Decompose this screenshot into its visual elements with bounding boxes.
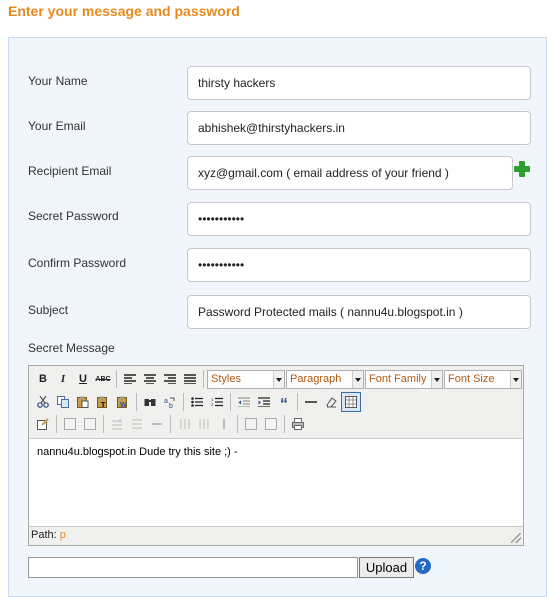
paste-icon[interactable] — [73, 392, 93, 412]
path-label: Path: — [31, 529, 57, 541]
toolbar-separator — [136, 393, 137, 411]
paragraph-select[interactable]: Paragraph — [286, 369, 364, 389]
cut-icon[interactable] — [33, 392, 53, 412]
chevron-down-icon — [431, 370, 442, 388]
toolbar-separator — [103, 415, 104, 433]
editor-content[interactable]: nannu4u.blogspot.in Dude try this site ;… — [37, 446, 238, 458]
name-input[interactable]: thirsty hackers — [187, 66, 531, 100]
print-icon[interactable] — [288, 414, 308, 434]
confirm-password-label: Confirm Password — [28, 256, 127, 270]
find-icon[interactable] — [140, 392, 160, 412]
help-icon[interactable]: ? — [415, 558, 431, 574]
svg-text:a: a — [164, 398, 168, 405]
path-element-link[interactable]: p — [60, 529, 66, 541]
file-upload-input[interactable] — [28, 557, 358, 578]
align-left-icon[interactable] — [120, 369, 140, 389]
bold-button[interactable]: B — [33, 369, 53, 389]
align-justify-icon[interactable] — [180, 369, 200, 389]
delete-col-icon[interactable] — [214, 414, 234, 434]
styles-select-label: Styles — [211, 372, 241, 385]
toolbar-separator — [170, 415, 171, 433]
resize-handle-icon[interactable] — [511, 533, 521, 543]
merge-cells-icon[interactable] — [80, 414, 100, 434]
toolbar-separator — [203, 370, 204, 388]
password-label: Secret Password — [28, 209, 119, 223]
row-after-icon[interactable] — [127, 414, 147, 434]
password-input[interactable]: ••••••••••• — [187, 202, 531, 236]
align-right-icon[interactable] — [160, 369, 180, 389]
eraser-icon[interactable] — [321, 392, 341, 412]
upload-button[interactable]: Upload — [359, 557, 414, 578]
name-label: Your Name — [28, 74, 88, 88]
indent-icon[interactable] — [254, 392, 274, 412]
subject-input[interactable]: Password Protected mails ( nannu4u.blogs… — [187, 295, 531, 329]
col-after-icon[interactable] — [194, 414, 214, 434]
toolbar-separator — [230, 393, 231, 411]
editor-toolbar: B I U ABC Styles Paragraph Font Family F… — [29, 366, 523, 439]
blockquote-icon[interactable]: “ — [274, 392, 294, 413]
message-label: Secret Message — [28, 341, 115, 355]
rich-text-editor: B I U ABC Styles Paragraph Font Family F… — [28, 365, 524, 546]
row-before-icon[interactable] — [107, 414, 127, 434]
horizontal-rule-icon[interactable] — [301, 392, 321, 412]
chevron-down-icon — [273, 370, 284, 388]
bullet-list-icon[interactable] — [187, 392, 207, 412]
numbered-list-icon[interactable]: 12 — [207, 392, 227, 412]
toolbar-separator — [183, 393, 184, 411]
align-center-icon[interactable] — [140, 369, 160, 389]
page-title: Enter your message and password — [8, 3, 240, 19]
add-recipient-icon[interactable] — [513, 160, 531, 178]
chevron-down-icon — [352, 370, 363, 388]
email-label: Your Email — [28, 119, 86, 133]
replace-icon[interactable]: ab — [160, 392, 180, 412]
paragraph-select-label: Paragraph — [290, 372, 342, 385]
outdent-icon[interactable] — [234, 392, 254, 412]
font-family-select-label: Font Family — [369, 372, 427, 385]
col-before-icon[interactable] — [174, 414, 194, 434]
font-size-select[interactable]: Font Size — [444, 369, 522, 389]
svg-text:T: T — [101, 402, 106, 408]
merge-table-icon[interactable] — [261, 414, 281, 434]
italic-button[interactable]: I — [53, 369, 73, 389]
email-input[interactable]: abhishek@thirstyhackers.in — [187, 111, 531, 145]
svg-text:2: 2 — [211, 402, 214, 407]
recipient-input[interactable]: xyz@gmail.com ( email address of your fr… — [187, 156, 513, 190]
chevron-down-icon — [510, 370, 521, 388]
svg-text:W: W — [120, 402, 127, 408]
styles-select[interactable]: Styles — [207, 369, 285, 389]
confirm-password-input[interactable]: ••••••••••• — [187, 248, 531, 282]
toolbar-separator — [284, 415, 285, 433]
toolbar-separator — [56, 415, 57, 433]
strikethrough-button[interactable]: ABC — [93, 369, 113, 389]
font-family-select[interactable]: Font Family — [365, 369, 443, 389]
editor-status-bar: Path: p — [29, 526, 523, 545]
delete-row-icon[interactable] — [147, 414, 167, 434]
copy-icon[interactable] — [53, 392, 73, 412]
toolbar-separator — [297, 393, 298, 411]
font-size-select-label: Font Size — [448, 372, 495, 385]
cell-props-icon[interactable] — [60, 414, 80, 434]
toolbar-separator — [237, 415, 238, 433]
toolbar-separator — [116, 370, 117, 388]
paste-text-icon[interactable]: T — [93, 392, 113, 412]
svg-text:b: b — [169, 403, 173, 408]
subject-label: Subject — [28, 303, 69, 317]
paste-word-icon[interactable]: W — [113, 392, 133, 412]
table-icon[interactable] — [341, 392, 361, 412]
edit-table-icon[interactable] — [33, 414, 53, 434]
recipient-label: Recipient Email — [28, 164, 112, 178]
underline-button[interactable]: U — [73, 369, 93, 389]
split-cells-icon[interactable] — [241, 414, 261, 434]
